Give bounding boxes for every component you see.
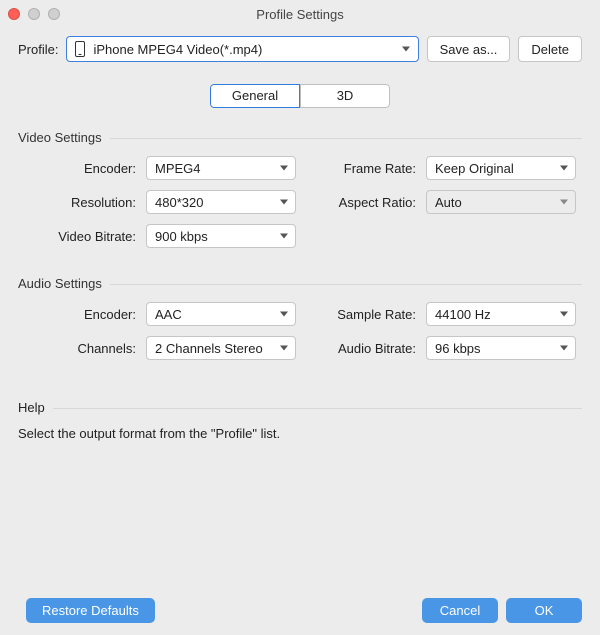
save-as-button[interactable]: Save as...: [427, 36, 511, 62]
video-bitrate-label: Video Bitrate:: [18, 229, 136, 244]
footer: Restore Defaults Cancel OK: [0, 586, 600, 635]
channels-label: Channels:: [18, 341, 136, 356]
tab-group: General 3D: [210, 84, 390, 108]
audio-settings-section: Audio Settings Encoder: AAC Sample Rate:…: [18, 276, 582, 378]
close-window-icon[interactable]: [8, 8, 20, 20]
audio-section-title: Audio Settings: [18, 276, 110, 291]
window-title: Profile Settings: [8, 7, 592, 22]
chevron-down-icon: [560, 346, 568, 351]
chevron-down-icon: [280, 234, 288, 239]
window-controls: [8, 8, 60, 20]
restore-defaults-button[interactable]: Restore Defaults: [26, 598, 155, 623]
audio-encoder-label: Encoder:: [18, 307, 136, 322]
help-text: Select the output format from the "Profi…: [18, 420, 582, 447]
video-encoder-select[interactable]: MPEG4: [146, 156, 296, 180]
aspect-ratio-value: Auto: [435, 195, 462, 210]
audio-bitrate-label: Audio Bitrate:: [306, 341, 416, 356]
minimize-window-icon: [28, 8, 40, 20]
chevron-down-icon: [280, 346, 288, 351]
audio-bitrate-value: 96 kbps: [435, 341, 481, 356]
audio-encoder-value: AAC: [155, 307, 182, 322]
chevron-down-icon: [402, 47, 410, 52]
help-section: Help Select the output format from the "…: [18, 400, 582, 447]
tab-general[interactable]: General: [210, 84, 300, 108]
video-encoder-label: Encoder:: [18, 161, 136, 176]
zoom-window-icon: [48, 8, 60, 20]
resolution-value: 480*320: [155, 195, 203, 210]
aspect-ratio-select[interactable]: Auto: [426, 190, 576, 214]
video-settings-section: Video Settings Encoder: MPEG4 Frame Rate…: [18, 130, 582, 266]
frame-rate-label: Frame Rate:: [306, 161, 416, 176]
profile-selected-value: iPhone MPEG4 Video(*.mp4): [93, 42, 262, 57]
sample-rate-select[interactable]: 44100 Hz: [426, 302, 576, 326]
audio-bitrate-select[interactable]: 96 kbps: [426, 336, 576, 360]
tab-3d[interactable]: 3D: [300, 84, 390, 108]
cancel-button[interactable]: Cancel: [422, 598, 498, 623]
chevron-down-icon: [280, 200, 288, 205]
chevron-down-icon: [560, 200, 568, 205]
ok-button[interactable]: OK: [506, 598, 582, 623]
video-section-title: Video Settings: [18, 130, 110, 145]
video-bitrate-select[interactable]: 900 kbps: [146, 224, 296, 248]
chevron-down-icon: [280, 312, 288, 317]
phone-icon: [75, 41, 85, 57]
chevron-down-icon: [560, 312, 568, 317]
video-encoder-value: MPEG4: [155, 161, 201, 176]
resolution-select[interactable]: 480*320: [146, 190, 296, 214]
help-title: Help: [18, 400, 53, 415]
sample-rate-value: 44100 Hz: [435, 307, 491, 322]
profile-label: Profile:: [18, 42, 58, 57]
tabs: General 3D: [0, 62, 600, 120]
profile-select[interactable]: iPhone MPEG4 Video(*.mp4): [66, 36, 418, 62]
frame-rate-value: Keep Original: [435, 161, 514, 176]
chevron-down-icon: [280, 166, 288, 171]
delete-button[interactable]: Delete: [518, 36, 582, 62]
resolution-label: Resolution:: [18, 195, 136, 210]
frame-rate-select[interactable]: Keep Original: [426, 156, 576, 180]
chevron-down-icon: [560, 166, 568, 171]
audio-encoder-select[interactable]: AAC: [146, 302, 296, 326]
aspect-ratio-label: Aspect Ratio:: [306, 195, 416, 210]
profile-row: Profile: iPhone MPEG4 Video(*.mp4) Save …: [0, 28, 600, 62]
video-bitrate-value: 900 kbps: [155, 229, 208, 244]
channels-value: 2 Channels Stereo: [155, 341, 263, 356]
titlebar: Profile Settings: [0, 0, 600, 28]
sample-rate-label: Sample Rate:: [306, 307, 416, 322]
channels-select[interactable]: 2 Channels Stereo: [146, 336, 296, 360]
